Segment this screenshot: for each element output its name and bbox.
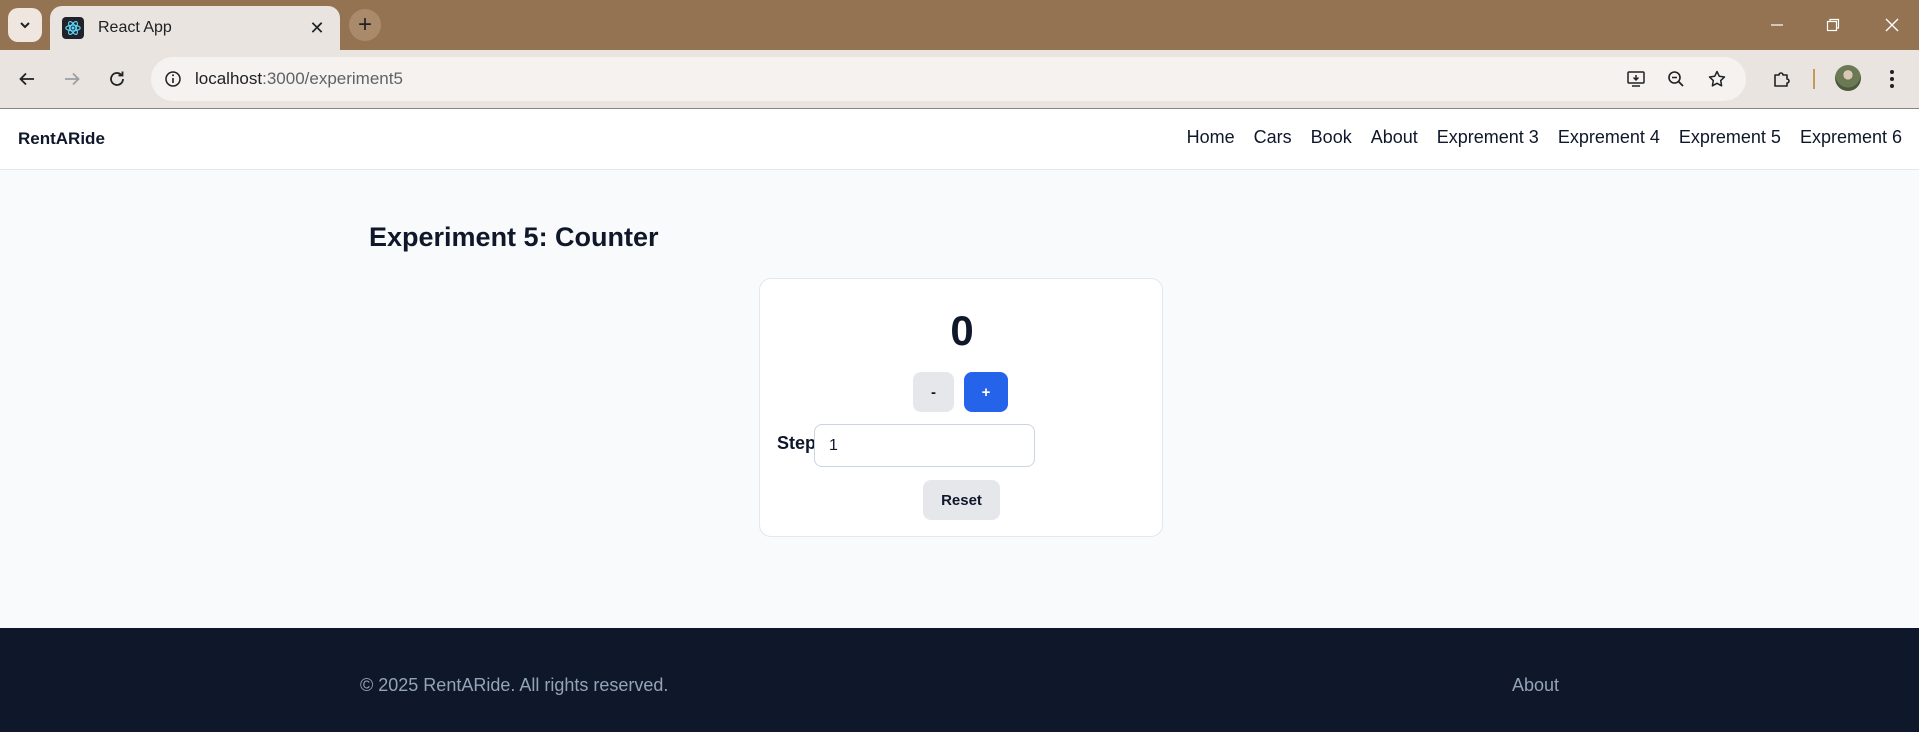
restore-button[interactable]	[1815, 10, 1851, 40]
url-text: localhost:3000/experiment5	[195, 69, 403, 89]
nav-link-exprement-4[interactable]: Exprement 4	[1558, 127, 1660, 148]
nav-link-exprement-6[interactable]: Exprement 6	[1800, 127, 1902, 148]
more-vert-icon	[1890, 70, 1894, 88]
url-host: localhost	[195, 69, 263, 88]
minimize-button[interactable]	[1759, 10, 1795, 40]
tab-close-icon[interactable]: ✕	[306, 17, 328, 39]
address-bar[interactable]: localhost:3000/experiment5	[151, 57, 1746, 101]
main-nav: Home Cars Book About Exprement 3 Expreme…	[1187, 127, 1902, 148]
decrement-button[interactable]: -	[913, 372, 954, 412]
forward-button[interactable]	[55, 62, 89, 96]
brand-logo[interactable]: RentARide	[18, 129, 105, 149]
arrow-left-icon	[19, 72, 34, 86]
browser-toolbar: localhost:3000/experiment5	[0, 50, 1919, 108]
nav-link-home[interactable]: Home	[1187, 127, 1235, 148]
footer-copyright: © 2025 RentARide. All rights reserved.	[360, 675, 669, 695]
step-label: Step	[777, 433, 817, 453]
counter-value: 0	[950, 307, 974, 354]
tab-search-button[interactable]	[8, 8, 42, 42]
back-button[interactable]	[10, 62, 44, 96]
reload-button[interactable]	[100, 62, 134, 96]
toolbar-separator	[1813, 69, 1815, 89]
browser-tab-active[interactable]: React App ✕	[50, 6, 340, 50]
increment-button[interactable]: +	[964, 372, 1008, 412]
site-info-icon[interactable]	[159, 65, 187, 93]
nav-link-cars[interactable]: Cars	[1254, 127, 1292, 148]
chevron-down-icon	[20, 22, 30, 29]
browser-tabstrip: React App ✕ +	[0, 0, 1919, 50]
nav-link-exprement-3[interactable]: Exprement 3	[1437, 127, 1539, 148]
bookmark-star-icon[interactable]	[1702, 64, 1732, 94]
new-tab-button[interactable]: +	[349, 9, 381, 41]
puzzle-icon	[1774, 72, 1790, 87]
footer-link-about[interactable]: About	[1512, 675, 1559, 696]
counter-card: 0 - + Step Reset	[759, 278, 1163, 537]
arrow-right-icon	[65, 72, 80, 86]
profile-avatar[interactable]	[1835, 65, 1861, 91]
react-logo-icon	[62, 17, 84, 39]
minimize-icon	[1771, 24, 1783, 26]
install-app-icon[interactable]	[1621, 64, 1651, 94]
close-window-button[interactable]	[1874, 10, 1910, 40]
reload-icon	[110, 71, 124, 86]
restore-icon	[1826, 18, 1840, 32]
close-icon	[1885, 18, 1899, 32]
url-path: :3000/experiment5	[262, 69, 403, 88]
nav-link-about[interactable]: About	[1371, 127, 1418, 148]
site-footer: © 2025 RentARide. All rights reserved. A…	[0, 628, 1919, 732]
extensions-button[interactable]	[1765, 62, 1799, 96]
zoom-icon[interactable]	[1661, 64, 1691, 94]
nav-link-exprement-5[interactable]: Exprement 5	[1679, 127, 1781, 148]
site-header: RentARide Home Cars Book About Exprement…	[0, 109, 1919, 170]
nav-link-book[interactable]: Book	[1311, 127, 1352, 148]
tab-title: React App	[98, 19, 172, 36]
page-title: Experiment 5: Counter	[369, 222, 659, 252]
step-input[interactable]	[814, 424, 1035, 467]
reset-button[interactable]: Reset	[923, 480, 1000, 520]
browser-menu-button[interactable]	[1875, 62, 1909, 96]
